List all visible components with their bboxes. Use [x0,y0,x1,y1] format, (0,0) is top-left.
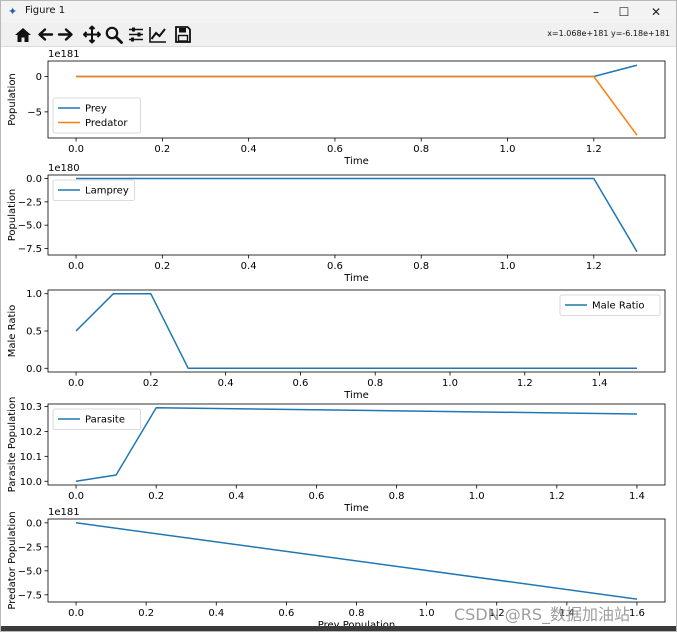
subplot-4-x-axis-label: Time [343,503,368,514]
subplot-3-x-tick-label: 0.4 [218,378,234,389]
subplot-3-y-tick-label: 0.0 [26,364,42,375]
subplot-5-x-tick-label: 0.4 [208,608,224,619]
subplot-3-x-tick-label: 0.2 [143,378,159,389]
subplot-1-legend-entry: Predator [85,118,128,129]
subplot-4-y-tick-label: 10.0 [20,477,42,488]
subplot-3-series-line-male-ratio [75,292,637,370]
subplot-4-x-tick-label: 0.4 [228,491,244,502]
subplot-5-x-tick-label: 1.0 [419,608,435,619]
subplot-1-y-tick-label: −5 [27,107,42,118]
subplot-2-x-tick-label: 0.4 [241,261,257,272]
subplot-2-x-tick-label: 0.8 [413,261,429,272]
back-icon[interactable] [35,25,55,44]
subplot-4-series-line-parasite [75,406,638,483]
subplot-3-x-tick-label: 1.4 [592,378,608,389]
subplot-5-y-tick-label: 0.0 [26,518,42,529]
minimize-button[interactable]: – [581,3,611,21]
subplot-1-x-tick-label: 0.2 [154,144,170,155]
subplot-4-x-tick-label: 0.6 [308,491,324,502]
subplot-3-x-tick-label: 1.2 [517,378,533,389]
subplot-2-y-tick-label: 0.0 [26,174,42,185]
home-icon[interactable] [13,25,33,44]
pan-icon[interactable] [82,25,102,44]
subplot-2-y-tick-label: −5.0 [18,221,42,232]
title-bar: ✦ Figure 1 – ☐ ✕ [1,1,676,23]
subplot-3-x-tick-label: 0.0 [68,378,84,389]
subplot-2-x-tick-label: 1.2 [586,261,602,272]
subplot-2-x-tick-label: 0.0 [68,261,84,272]
subplot-4-x-tick-label: 1.2 [549,491,565,502]
subplot-5-y-tick-label: −2.5 [18,542,42,553]
subplot-1-x-tick-label: 0.0 [68,144,84,155]
configure-subplots-icon[interactable] [126,25,146,44]
subplot-2-y-axis-label: Population [7,189,18,242]
subplot-1-series-line-prey [76,64,638,78]
subplot-4-legend-entry: Parasite [85,415,125,426]
subplot-4-x-tick-label: 0.0 [68,491,84,502]
cursor-coordinate-readout: x=1.068e+181 y=-6.18e+181 [547,29,670,38]
subplot-2-y-tick-label: −7.5 [18,244,42,255]
subplot-3-x-tick-label: 0.6 [292,378,308,389]
subplot-4-y-tick-label: 10.2 [20,427,42,438]
subplot-5-y-axis-label: Predator Population [7,511,18,609]
subplot-1-y-tick-label: 0 [36,72,42,83]
subplot-5-y-tick-label: −7.5 [18,590,42,601]
subplot-3-y-tick-label: 1.0 [26,289,42,300]
maximize-button[interactable]: ☐ [609,3,639,21]
subplot-2-x-axis-label: Time [343,273,368,284]
subplot-5-x-tick-label: 0.6 [278,608,294,619]
subplot-1-x-tick-label: 1.2 [586,144,602,155]
close-button[interactable]: ✕ [641,3,671,21]
subplot-3-y-axis-label: Male Ratio [7,305,18,358]
subplot-1-x-axis-label: Time [343,156,368,167]
subplot-4-y-tick-label: 10.3 [20,402,42,413]
forward-icon[interactable] [56,25,76,44]
subplot-5-x-tick-label: 1.6 [629,608,645,619]
subplot-2-x-tick-label: 0.6 [327,261,343,272]
subplot-1-x-tick-label: 1.0 [500,144,516,155]
figure-app-icon: ✦ [8,5,18,18]
subplot-5-y-offset-text: 1e181 [48,507,80,518]
figure-canvas[interactable]: 0.0 0.2 0.4 0.6 0.8 1.0 1.2 0 −5 Time Population 1e… [1,47,676,626]
subplot-1-y-offset-text: 1e181 [48,49,80,60]
subplot-3-legend-entry: Male Ratio [592,301,645,312]
watermark-text: CSDN @RS_数据加油站 [454,605,630,624]
subplot-2-series-line-lamprey [76,177,638,253]
zoom-icon[interactable] [104,25,124,44]
subplot-5-x-tick-label: 0.2 [138,608,154,619]
subplot-5-y-tick-label: −5.0 [18,566,42,577]
subplot-2-legend-entry: Lamprey [85,186,129,197]
subplot-3-x-tick-label: 1.0 [442,378,458,389]
subplot-4-y-tick-label: 10.1 [20,452,42,463]
save-icon[interactable] [173,25,193,44]
subplot-2-y-offset-text: 1e180 [48,163,80,174]
subplot-3-y-tick-label: 0.5 [26,327,42,338]
window-title: Figure 1 [25,5,66,16]
subplot-4-x-tick-label: 0.2 [148,491,164,502]
subplot-4-x-tick-label: 1.4 [629,491,645,502]
edit-axis-icon[interactable] [148,25,168,44]
subplot-2-y-tick-label: −2.5 [18,197,42,208]
subplot-2-axes-frame [47,174,666,256]
navigation-toolbar: x=1.068e+181 y=-6.18e+181 [1,23,676,47]
subplot-2-x-tick-label: 0.2 [154,261,170,272]
subplot-5-x-tick-label: 0.8 [349,608,365,619]
subplot-1-x-tick-label: 0.8 [413,144,429,155]
figure-window: ✦ Figure 1 – ☐ ✕ x=1.068e+181 y=-6.18e+1… [0,0,677,632]
subplot-1-series-line-predator [76,75,638,136]
subplot-4-x-tick-label: 1.0 [469,491,485,502]
subplot-1-y-axis-label: Population [7,73,18,126]
subplot-3-x-axis-label: Time [343,390,368,401]
subplot-1-x-tick-label: 0.4 [241,144,257,155]
subplot-4-x-tick-label: 0.8 [389,491,405,502]
subplot-1-x-tick-label: 0.6 [327,144,343,155]
subplot-1-legend-entry: Prey [85,104,107,115]
subplot-3-x-tick-label: 0.8 [367,378,383,389]
subplot-2-x-tick-label: 1.0 [500,261,516,272]
ide-status-strip [1,626,676,631]
subplot-5-x-tick-label: 0.0 [68,608,84,619]
subplot-5-series-line-1 [75,522,638,600]
subplot-4-y-axis-label: Parasite Population [7,397,18,493]
